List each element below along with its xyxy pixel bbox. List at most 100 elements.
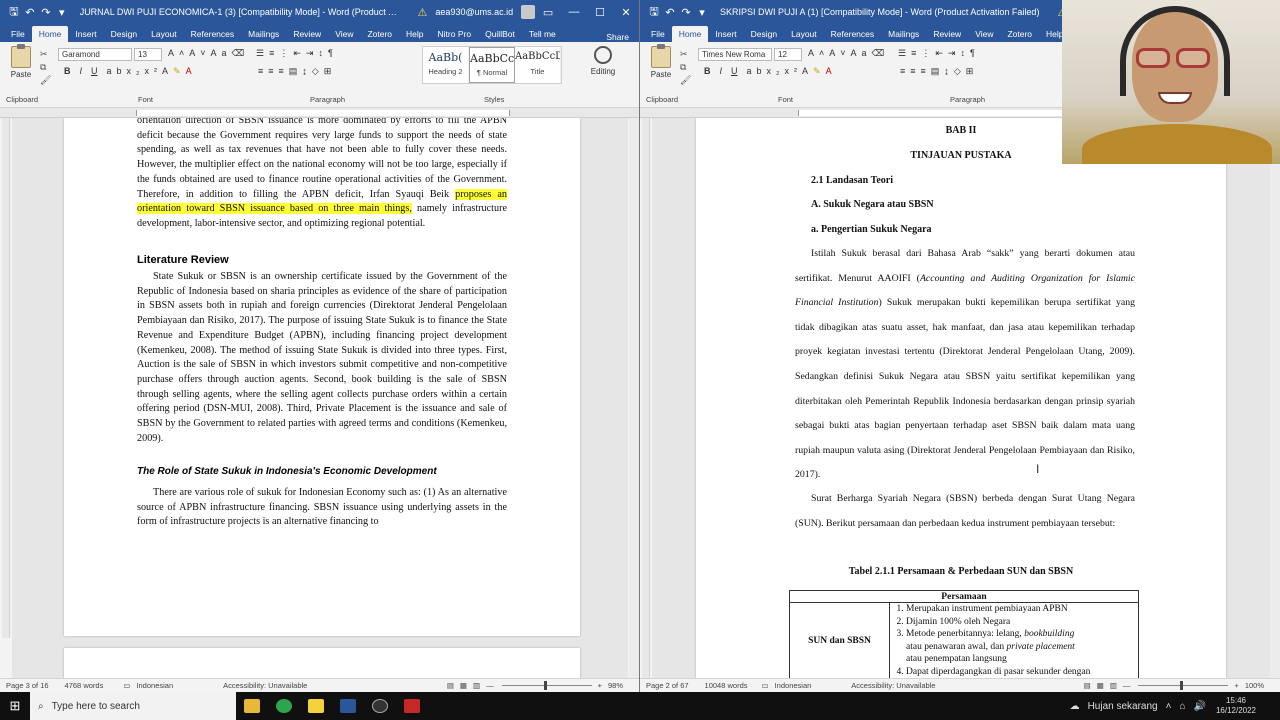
font-color-icon[interactable]: A xyxy=(826,66,837,76)
tab-references[interactable]: References xyxy=(184,26,241,42)
web-layout-icon[interactable]: ▥ xyxy=(473,681,480,690)
tab-file[interactable]: File xyxy=(644,26,672,42)
print-layout-icon[interactable]: ▦ xyxy=(1097,681,1104,690)
zoom-slider[interactable] xyxy=(1138,681,1229,690)
language[interactable]: Indonesian xyxy=(136,681,173,690)
chrome-icon[interactable] xyxy=(268,692,300,720)
zoom-in-icon[interactable]: + xyxy=(1234,681,1238,690)
align-center-icon[interactable]: ≡ xyxy=(268,66,278,76)
font-size-box[interactable]: 13 xyxy=(134,48,162,61)
undo-icon[interactable]: ↶ xyxy=(22,6,38,19)
tray-overflow-icon[interactable]: ˄ xyxy=(1166,701,1172,712)
accessibility-status[interactable]: Accessibility: Unavailable xyxy=(223,681,307,690)
align-left-icon[interactable]: ≡ xyxy=(900,66,910,76)
customize-icon[interactable]: ▾ xyxy=(694,6,710,19)
justify-icon[interactable]: ▤ xyxy=(289,66,303,76)
superscript-icon[interactable]: x² xyxy=(145,66,163,76)
tab-layout[interactable]: Layout xyxy=(784,26,824,42)
align-center-icon[interactable]: ≡ xyxy=(910,66,920,76)
proofing-icon[interactable]: ▭ xyxy=(123,681,130,690)
redo-icon[interactable]: ↷ xyxy=(38,6,54,19)
pilcrow-icon[interactable]: ¶ xyxy=(970,48,980,58)
undo-icon[interactable]: ↶ xyxy=(662,6,678,19)
grow-font-icon[interactable]: A˄ xyxy=(808,48,829,58)
tab-nitro-pro[interactable]: Nitro Pro xyxy=(431,26,479,42)
customize-icon[interactable]: ▾ xyxy=(54,6,70,19)
copy-icon[interactable]: ⧉ xyxy=(680,61,691,74)
font-size-box[interactable]: 12 xyxy=(774,48,802,61)
font-name-box[interactable]: Times New Roma xyxy=(698,48,772,61)
format-painter-icon[interactable]: 🖌 xyxy=(40,74,51,87)
weather-status[interactable]: Hujan sekarang xyxy=(1088,701,1158,712)
share-button[interactable]: Share xyxy=(606,32,639,42)
tab-insert[interactable]: Insert xyxy=(708,26,743,42)
format-painter-icon[interactable]: 🖌 xyxy=(680,74,691,87)
volume-icon[interactable]: 🔊 xyxy=(1194,701,1206,712)
superscript-icon[interactable]: x² xyxy=(785,66,803,76)
shading-icon[interactable]: ◇ xyxy=(312,66,324,76)
tab-help[interactable]: Help xyxy=(399,26,430,42)
web-layout-icon[interactable]: ▥ xyxy=(1110,681,1117,690)
account-email[interactable]: aea930@ums.ac.id xyxy=(435,7,513,17)
zoom-out-icon[interactable]: — xyxy=(486,681,494,690)
paste-button[interactable]: Paste xyxy=(6,44,36,79)
text-effects-icon[interactable]: A xyxy=(162,66,173,76)
bullets-icon[interactable]: ☰ xyxy=(898,48,911,58)
tab-design[interactable]: Design xyxy=(104,26,144,42)
increase-indent-icon[interactable]: ⇥ xyxy=(306,48,319,58)
cut-icon[interactable]: ✂ xyxy=(680,48,691,61)
pilcrow-icon[interactable]: ¶ xyxy=(328,48,338,58)
bold-icon[interactable]: B xyxy=(64,66,71,76)
vertical-scrollbar[interactable] xyxy=(1270,118,1280,678)
avatar[interactable] xyxy=(521,5,536,19)
increase-indent-icon[interactable]: ⇥ xyxy=(948,48,961,58)
tab-home[interactable]: Home xyxy=(31,26,69,42)
clock[interactable]: 15:46 16/12/2022 xyxy=(1216,696,1256,716)
focus-icon[interactable]: ▤ xyxy=(1084,681,1091,690)
text-effects-icon[interactable]: A xyxy=(802,66,813,76)
italic-icon[interactable]: I xyxy=(720,66,723,76)
shading-icon[interactable]: ◇ xyxy=(954,66,966,76)
tab-mailings[interactable]: Mailings xyxy=(241,26,286,42)
underline-icon[interactable]: U xyxy=(91,66,98,76)
align-left-icon[interactable]: ≡ xyxy=(258,66,268,76)
taskbar-search[interactable]: ⌕ Type here to search xyxy=(30,692,236,720)
change-case-icon[interactable]: Aa xyxy=(851,48,872,58)
tab-layout[interactable]: Layout xyxy=(144,26,184,42)
file-explorer-icon[interactable] xyxy=(236,692,268,720)
tab-file[interactable]: File xyxy=(4,26,32,42)
word-icon[interactable] xyxy=(332,692,364,720)
weather-icon[interactable]: ☁ xyxy=(1070,701,1080,712)
tab-zotero[interactable]: Zotero xyxy=(1000,26,1039,42)
line-spacing-icon[interactable]: ↨ xyxy=(302,66,312,76)
clear-format-icon[interactable]: ⌫ xyxy=(232,48,250,58)
maximize-button[interactable]: ☐ xyxy=(587,6,613,19)
align-right-icon[interactable]: ≡ xyxy=(921,66,931,76)
vertical-ruler[interactable] xyxy=(642,118,650,678)
accessibility-status[interactable]: Accessibility: Unavailable xyxy=(851,681,935,690)
shrink-font-icon[interactable]: A˅ xyxy=(829,48,850,58)
line-spacing-icon[interactable]: ↨ xyxy=(944,66,954,76)
highlight-icon[interactable]: ✎ xyxy=(173,66,186,76)
document-area[interactable]: BAB II TINJAUAN PUSTAKA 2.1 Landasan Teo… xyxy=(652,118,1270,678)
redo-icon[interactable]: ↷ xyxy=(678,6,694,19)
decrease-indent-icon[interactable]: ⇤ xyxy=(293,48,306,58)
multilevel-icon[interactable]: ⋮ xyxy=(921,48,935,58)
word-count[interactable]: 10048 words xyxy=(705,681,748,690)
minimize-button[interactable]: — xyxy=(561,6,587,19)
style-normal[interactable]: AaBbCcI ¶ Normal xyxy=(469,47,515,83)
page-count[interactable]: Page 3 of 16 xyxy=(6,681,49,690)
tab-quillbot[interactable]: QuillBot xyxy=(478,26,522,42)
multilevel-icon[interactable]: ⋮ xyxy=(279,48,293,58)
tab-mailings[interactable]: Mailings xyxy=(881,26,926,42)
language[interactable]: Indonesian xyxy=(775,681,812,690)
sticky-notes-icon[interactable] xyxy=(300,692,332,720)
strikethrough-icon[interactable]: ab xyxy=(107,66,127,76)
vertical-ruler[interactable] xyxy=(2,118,10,638)
sort-icon[interactable]: ↕ xyxy=(318,48,328,58)
tab-review[interactable]: Review xyxy=(286,26,328,42)
align-right-icon[interactable]: ≡ xyxy=(279,66,289,76)
paste-button[interactable]: Paste xyxy=(646,44,676,79)
underline-icon[interactable]: U xyxy=(731,66,738,76)
font-name-box[interactable]: Garamond xyxy=(58,48,132,61)
